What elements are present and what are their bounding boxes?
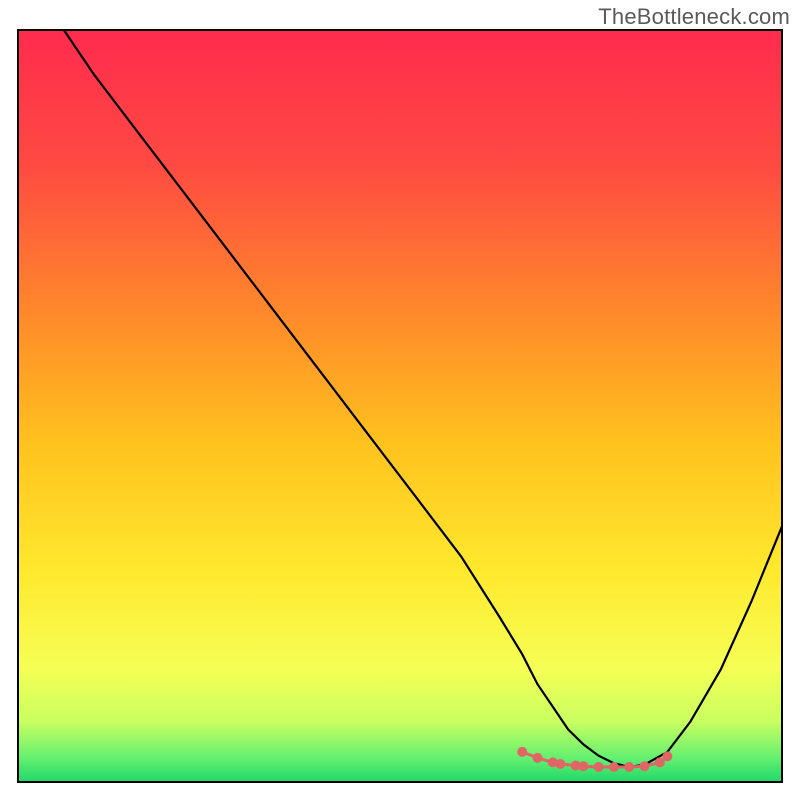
flat-zone-dot [594,762,604,772]
flat-zone-dot [640,761,650,771]
flat-zone-dot [578,761,588,771]
gradient-background [18,30,782,782]
watermark-text: TheBottleneck.com [598,4,790,30]
chart-container: { "watermark": "TheBottleneck.com", "cha… [0,0,800,800]
flat-zone-dot [624,762,634,772]
bottleneck-chart [0,0,800,800]
flat-zone-dot [517,747,527,757]
flat-zone-dot [662,751,672,761]
flat-zone-dot [533,753,543,763]
flat-zone-dot [609,762,619,772]
flat-zone-dot [555,759,565,769]
